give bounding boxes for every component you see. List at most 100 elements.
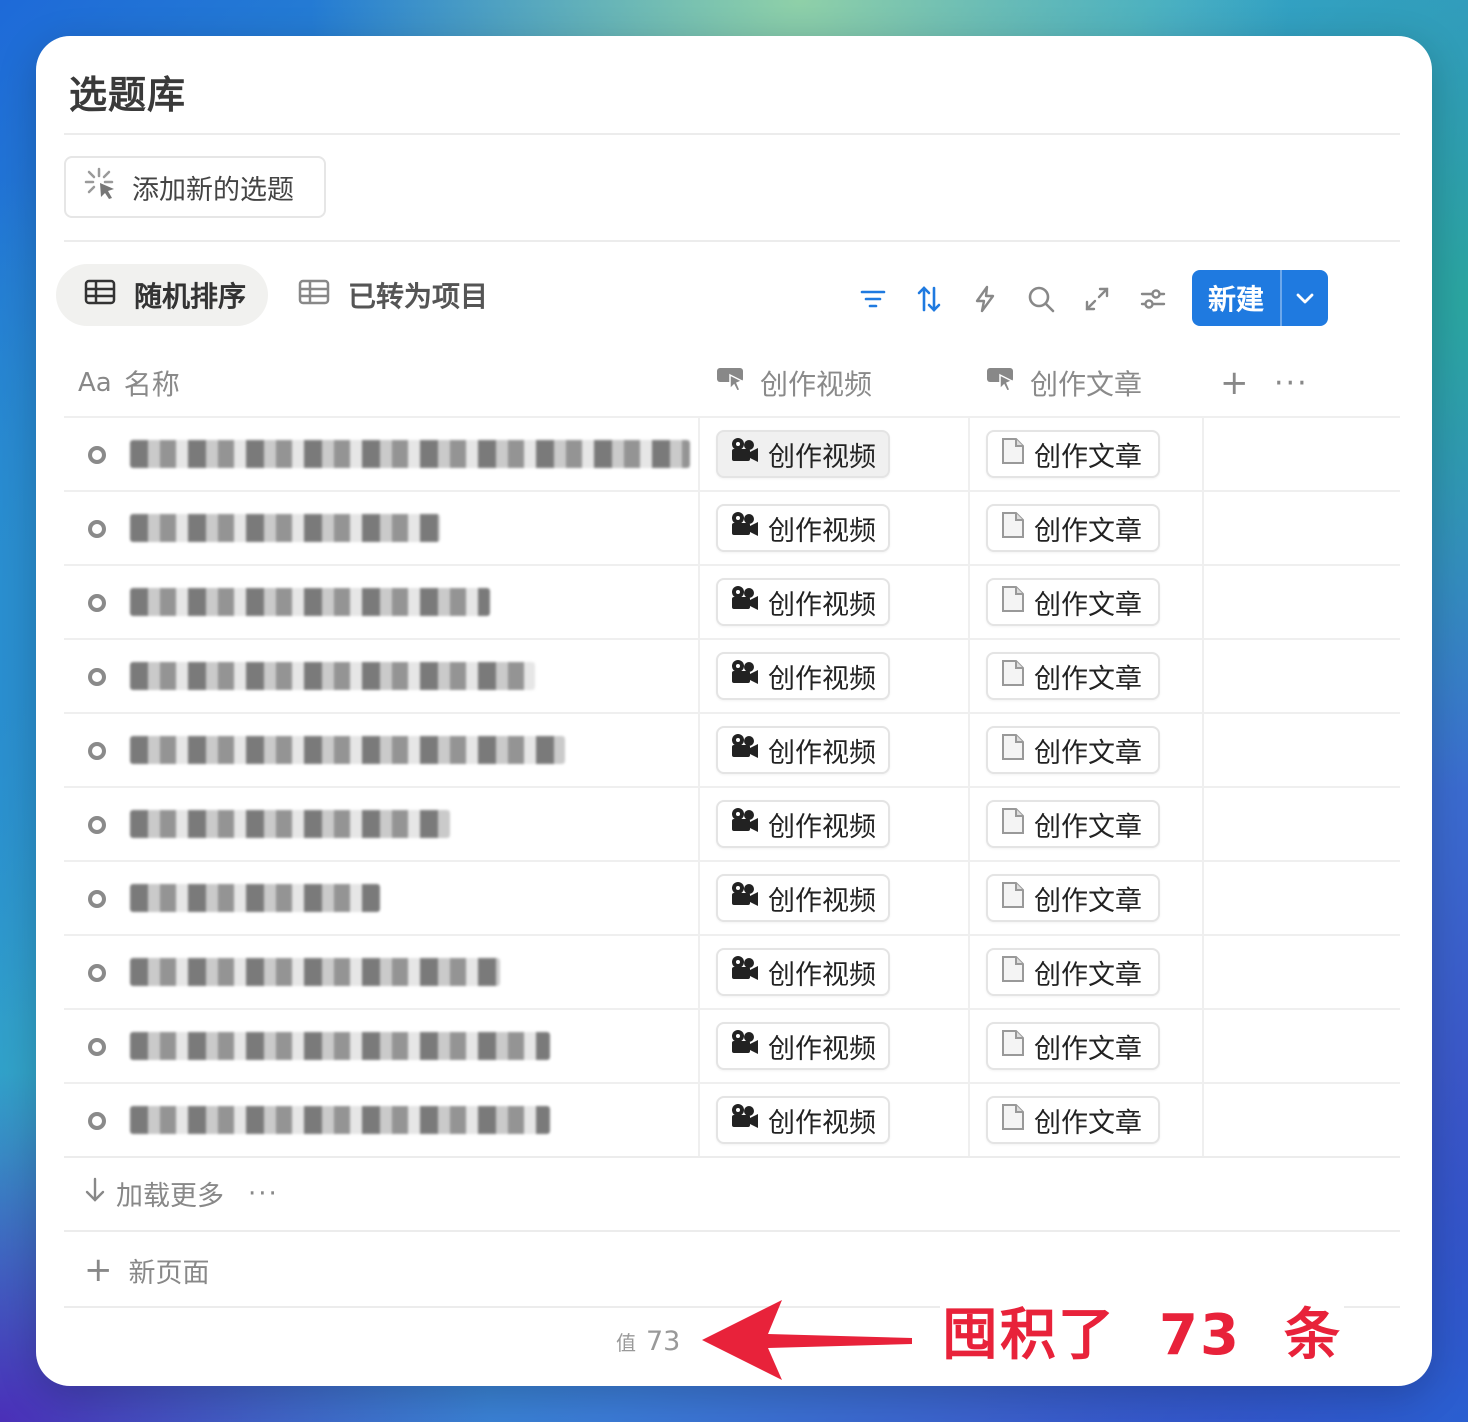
redacted-title[interactable] — [130, 588, 490, 616]
tab-converted[interactable]: 已转为项目 — [298, 264, 488, 326]
table-row[interactable]: 创作视频 创作文章 — [64, 934, 1400, 1008]
document-icon — [1000, 955, 1026, 990]
redacted-title[interactable] — [130, 884, 380, 912]
chip-label: 创作文章 — [1034, 885, 1142, 917]
column-divider — [1202, 714, 1204, 786]
new-page-label: 新页面 — [128, 1257, 210, 1289]
count-key: 值 — [616, 1331, 636, 1355]
tab-random-sort[interactable]: 随机排序 — [56, 264, 268, 326]
create-article-button[interactable]: 创作文章 — [986, 800, 1160, 848]
sparkle-cursor-icon — [84, 167, 118, 208]
more-options-icon[interactable]: ··· — [1274, 356, 1309, 410]
create-video-button[interactable]: 创作视频 — [716, 1022, 890, 1070]
filter-icon[interactable] — [858, 284, 888, 314]
document-icon — [1000, 1029, 1026, 1064]
table-row[interactable]: 创作视频 创作文章 — [64, 490, 1400, 564]
search-icon[interactable] — [1026, 284, 1056, 314]
chevron-down-icon[interactable] — [1282, 286, 1328, 310]
create-video-button[interactable]: 创作视频 — [716, 726, 890, 774]
create-article-button[interactable]: 创作文章 — [986, 1022, 1160, 1070]
create-video-button[interactable]: 创作视频 — [716, 430, 890, 478]
table-header: Aa 名称 创作视频 创作文章 + ··· — [64, 356, 1400, 410]
create-video-button[interactable]: 创作视频 — [716, 800, 890, 848]
settings-icon[interactable] — [1138, 284, 1168, 314]
redacted-title[interactable] — [130, 736, 565, 764]
create-article-button[interactable]: 创作文章 — [986, 874, 1160, 922]
column-divider — [698, 566, 700, 638]
chip-label: 创作视频 — [768, 885, 876, 917]
create-article-button[interactable]: 创作文章 — [986, 948, 1160, 996]
column-divider — [1202, 788, 1204, 860]
redacted-title[interactable] — [130, 958, 500, 986]
redacted-title[interactable] — [130, 514, 440, 542]
new-button[interactable]: 新建 — [1192, 270, 1328, 326]
column-header-name[interactable]: Aa 名称 — [78, 356, 180, 410]
column-header-video[interactable]: 创作视频 — [716, 356, 872, 410]
create-video-button[interactable]: 创作视频 — [716, 874, 890, 922]
create-video-button[interactable]: 创作视频 — [716, 578, 890, 626]
create-article-button[interactable]: 创作文章 — [986, 504, 1160, 552]
column-header-article[interactable]: 创作文章 — [986, 356, 1142, 410]
column-divider — [698, 936, 700, 1008]
table-row[interactable]: 创作视频 创作文章 — [64, 638, 1400, 712]
table-row[interactable]: 创作视频 创作文章 — [64, 564, 1400, 638]
table-row[interactable]: 创作视频 创作文章 — [64, 860, 1400, 934]
column-divider — [698, 788, 700, 860]
table-row[interactable]: 创作视频 创作文章 — [64, 786, 1400, 860]
create-article-button[interactable]: 创作文章 — [986, 726, 1160, 774]
create-article-button[interactable]: 创作文章 — [986, 578, 1160, 626]
create-article-button[interactable]: 创作文章 — [986, 1096, 1160, 1144]
movie-camera-icon — [730, 1103, 760, 1138]
redacted-title[interactable] — [130, 1106, 550, 1134]
column-divider — [1202, 936, 1204, 1008]
redacted-title[interactable] — [130, 810, 450, 838]
column-divider — [968, 492, 970, 564]
chip-label: 创作文章 — [1034, 811, 1142, 843]
create-video-button[interactable]: 创作视频 — [716, 948, 890, 996]
more-options-icon[interactable]: ··· — [248, 1179, 279, 1209]
add-column-icon[interactable]: + — [1220, 356, 1249, 410]
table-row[interactable]: 创作视频 创作文章 — [64, 712, 1400, 786]
column-divider — [698, 640, 700, 712]
chip-label: 创作文章 — [1034, 1033, 1142, 1065]
create-video-button[interactable]: 创作视频 — [716, 1096, 890, 1144]
divider — [64, 1156, 1400, 1158]
document-icon — [1000, 659, 1026, 694]
redacted-title[interactable] — [130, 440, 690, 468]
divider — [64, 240, 1400, 242]
create-article-button[interactable]: 创作文章 — [986, 652, 1160, 700]
expand-icon[interactable] — [1082, 284, 1112, 314]
table-row[interactable]: 创作视频 创作文章 — [64, 416, 1400, 490]
tab-label: 已转为项目 — [348, 280, 489, 313]
arrow-down-icon — [84, 1176, 106, 1211]
new-page-button[interactable]: + 新页面 — [84, 1250, 210, 1290]
table-row[interactable]: 创作视频 创作文章 — [64, 1082, 1400, 1156]
status-circle-icon — [88, 742, 106, 760]
column-divider — [968, 1084, 970, 1156]
red-arrow-icon — [702, 1300, 912, 1380]
create-article-button[interactable]: 创作文章 — [986, 430, 1160, 478]
column-divider — [968, 714, 970, 786]
create-video-button[interactable]: 创作视频 — [716, 504, 890, 552]
lightning-icon[interactable] — [970, 284, 1000, 314]
chip-label: 创作视频 — [768, 1107, 876, 1139]
column-divider — [698, 1010, 700, 1082]
add-topic-label: 添加新的选题 — [132, 174, 294, 206]
status-circle-icon — [88, 520, 106, 538]
column-divider — [968, 1010, 970, 1082]
create-video-button[interactable]: 创作视频 — [716, 652, 890, 700]
redacted-title[interactable] — [130, 662, 535, 690]
sort-icon[interactable] — [914, 284, 944, 314]
button-cursor-icon — [986, 365, 1018, 402]
chip-label: 创作文章 — [1034, 441, 1142, 473]
chip-label: 创作视频 — [768, 441, 876, 473]
redacted-title[interactable] — [130, 1032, 550, 1060]
table-row[interactable]: 创作视频 创作文章 — [64, 1008, 1400, 1082]
add-topic-button[interactable]: 添加新的选题 — [64, 156, 326, 218]
load-more-button[interactable]: 加载更多 ··· — [84, 1174, 279, 1213]
column-divider — [968, 640, 970, 712]
chip-label: 创作视频 — [768, 811, 876, 843]
document-icon — [1000, 881, 1026, 916]
document-icon — [1000, 437, 1026, 472]
column-divider — [698, 862, 700, 934]
